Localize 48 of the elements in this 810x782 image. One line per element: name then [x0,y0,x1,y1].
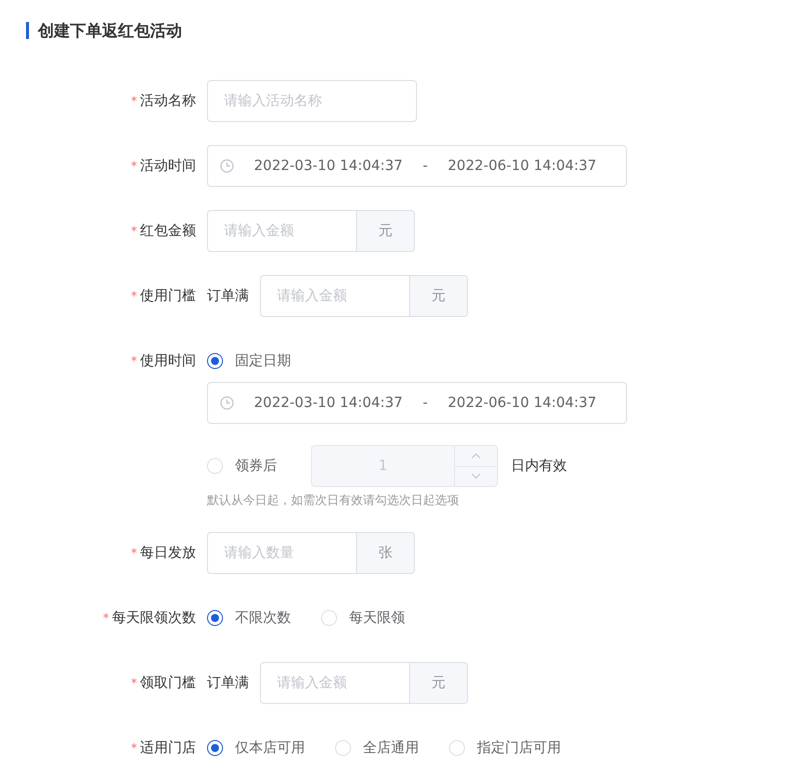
field-label: * 每天限领次数 [102,609,196,628]
start-date: 2022-03-10 14:04:37 [254,158,403,174]
field-label: * 活动时间 [130,157,196,176]
range-separator: - [422,395,428,411]
radio-option[interactable]: 仅本店可用 [207,739,305,757]
section-title: 创建下单返红包活动 [26,22,810,39]
end-date: 2022-06-10 14:04:37 [448,158,596,174]
required-mark: * [131,94,137,108]
start-date: 2022-03-10 14:04:37 [254,395,403,411]
field-label: * 活动名称 [130,92,196,111]
radio-option[interactable]: 每天限领 [321,609,405,627]
date-range-field[interactable]: 2022-03-10 14:04:37 - 2022-06-10 14:04:37 [207,145,627,187]
hint-text: 默认从今日起，如需次日有效请勾选次日起选项 [207,492,460,509]
input-field[interactable]: 请输入金额 [260,662,410,704]
required-mark: * [131,289,137,303]
required-mark: * [131,676,137,690]
unit-label: 元 [410,662,468,704]
required-mark: * [131,354,137,368]
unit-label: 张 [357,532,415,574]
required-mark: * [103,611,109,625]
range-separator: - [422,158,428,174]
suffix-label: 日内有效 [511,457,567,475]
required-mark: * [131,159,137,173]
input-field[interactable]: 请输入金额 [260,275,410,317]
radio-option[interactable]: 指定门店可用 [449,739,561,757]
input-field[interactable]: 请输入金额 [207,210,357,252]
clock-icon [220,159,234,173]
field-label: * 领取门槛 [130,674,196,693]
radio-option[interactable]: 全店通用 [335,739,419,757]
field-label: * 适用门店 [130,739,196,758]
unit-label: 元 [357,210,415,252]
required-mark: * [131,741,137,755]
field-label: * 使用门槛 [130,287,196,306]
field-label: * 红包金额 [130,222,196,241]
prefix-label: 订单满 [207,287,249,305]
field-label: * 使用时间 [130,352,196,371]
input-field[interactable]: 请输入数量 [207,532,357,574]
date-range-field[interactable]: 2022-03-10 14:04:37 - 2022-06-10 14:04:37 [207,382,627,424]
unit-label: 元 [410,275,468,317]
clock-icon [220,396,234,410]
required-mark: * [131,224,137,238]
radio-option[interactable]: 固定日期 [207,352,291,370]
prefix-label: 订单满 [207,674,249,692]
text-field[interactable]: 请输入活动名称 [207,80,417,122]
field-label: * 每日发放 [130,544,196,563]
radio-option[interactable]: 不限次数 [207,609,291,627]
required-mark: * [131,546,137,560]
end-date: 2022-06-10 14:04:37 [448,395,596,411]
